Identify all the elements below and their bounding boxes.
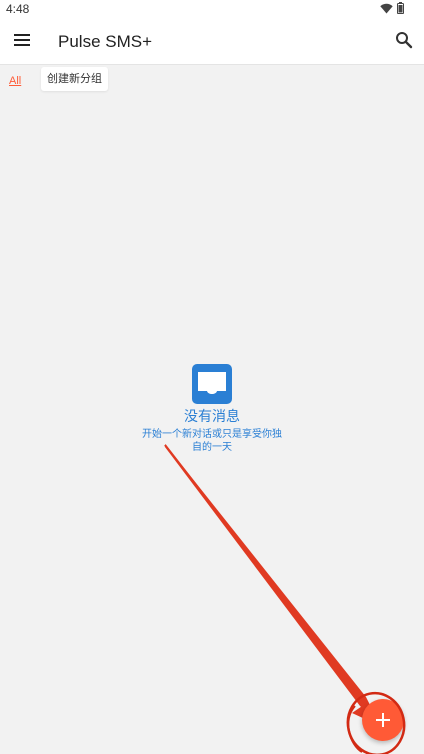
- menu-icon[interactable]: [12, 30, 32, 50]
- annotation-arrow: [165, 444, 379, 723]
- empty-state-title: 没有消息: [184, 409, 240, 425]
- inbox-icon: [192, 364, 232, 404]
- plus-icon: [376, 713, 390, 727]
- wifi-icon: [380, 3, 393, 13]
- empty-state: 没有消息 开始一个新对话或只是享受你独自的一天: [0, 364, 424, 454]
- group-filter-row: All 创建新分组: [0, 64, 424, 92]
- empty-state-subtitle: 开始一个新对话或只是享受你独自的一天: [142, 429, 282, 453]
- annotation-circle-tail: [347, 705, 363, 753]
- app-title: Pulse SMS+: [58, 32, 153, 51]
- status-bar: 4:48: [0, 0, 424, 18]
- annotation-arrow-shaft: [164, 444, 373, 713]
- search-icon[interactable]: [394, 30, 414, 50]
- status-icons: [380, 2, 404, 14]
- create-new-group-button[interactable]: 创建新分组: [41, 67, 108, 91]
- battery-icon: [397, 2, 404, 14]
- app-bar: Pulse SMS+: [0, 18, 424, 65]
- new-conversation-fab[interactable]: [362, 699, 404, 741]
- status-time: 4:48: [6, 2, 30, 16]
- filter-all-chip[interactable]: All: [9, 75, 21, 87]
